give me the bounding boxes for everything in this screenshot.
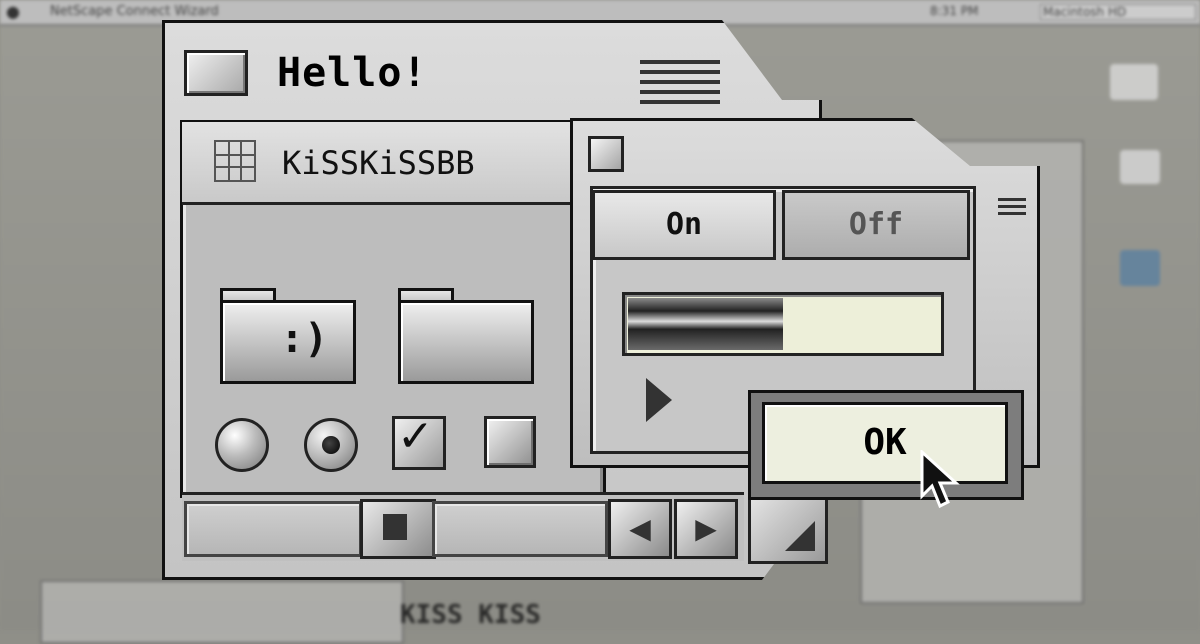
menu-bar-status: Macintosh HD bbox=[1040, 4, 1196, 20]
checkbox-checked[interactable]: ✓ bbox=[392, 415, 446, 470]
horizontal-scrollbar[interactable]: ◀ ▶ bbox=[182, 492, 744, 561]
apple-menu-icon[interactable]: ● bbox=[6, 2, 20, 21]
finder-face-icon: :) bbox=[280, 316, 329, 362]
disclosure-triangle-icon[interactable] bbox=[646, 378, 672, 422]
toggle-close-box-icon[interactable] bbox=[588, 136, 624, 172]
desktop-app-icon[interactable] bbox=[1120, 150, 1160, 184]
close-box-icon[interactable] bbox=[184, 50, 248, 96]
toggle-collapse-icon[interactable] bbox=[998, 198, 1026, 219]
on-segment-button[interactable]: On bbox=[592, 190, 776, 260]
background-kiss-text: KISS KISS bbox=[400, 600, 541, 630]
scroll-left-arrow-icon[interactable]: ◀ bbox=[608, 499, 672, 559]
ok-button[interactable]: OK bbox=[762, 402, 1008, 484]
off-segment-button[interactable]: Off bbox=[782, 190, 970, 260]
scroll-track-right[interactable] bbox=[432, 501, 608, 557]
window-title: Hello! bbox=[277, 50, 428, 96]
radio-button-unselected[interactable] bbox=[215, 418, 269, 472]
desktop-folder-icon[interactable] bbox=[1120, 250, 1160, 286]
menu-bar-app-title: NetScape Connect Wizard bbox=[50, 4, 219, 19]
scroll-track-left[interactable] bbox=[184, 501, 362, 557]
radio-button-selected[interactable] bbox=[304, 418, 358, 472]
progress-fill bbox=[628, 298, 783, 350]
background-window-bottom bbox=[40, 580, 404, 644]
scroll-thumb[interactable] bbox=[360, 499, 436, 559]
menu-bar-clock: 8:31 PM bbox=[930, 4, 979, 18]
desktop-hd-icon[interactable] bbox=[1110, 64, 1158, 100]
collapse-lines-icon[interactable] bbox=[640, 60, 720, 110]
arrow-cursor-icon bbox=[920, 450, 960, 509]
progress-bar bbox=[622, 292, 944, 356]
grid-icon bbox=[214, 140, 256, 182]
folder-icon[interactable] bbox=[398, 288, 534, 384]
grow-box-icon[interactable] bbox=[748, 492, 828, 564]
scroll-right-arrow-icon[interactable]: ▶ bbox=[674, 499, 738, 559]
square-button[interactable] bbox=[484, 416, 536, 468]
tab-label: KiSSKiSSBB bbox=[282, 144, 475, 182]
tab-kisskissbb[interactable]: KiSSKiSSBB bbox=[182, 122, 578, 205]
finder-folder-icon[interactable]: :) bbox=[220, 288, 356, 384]
